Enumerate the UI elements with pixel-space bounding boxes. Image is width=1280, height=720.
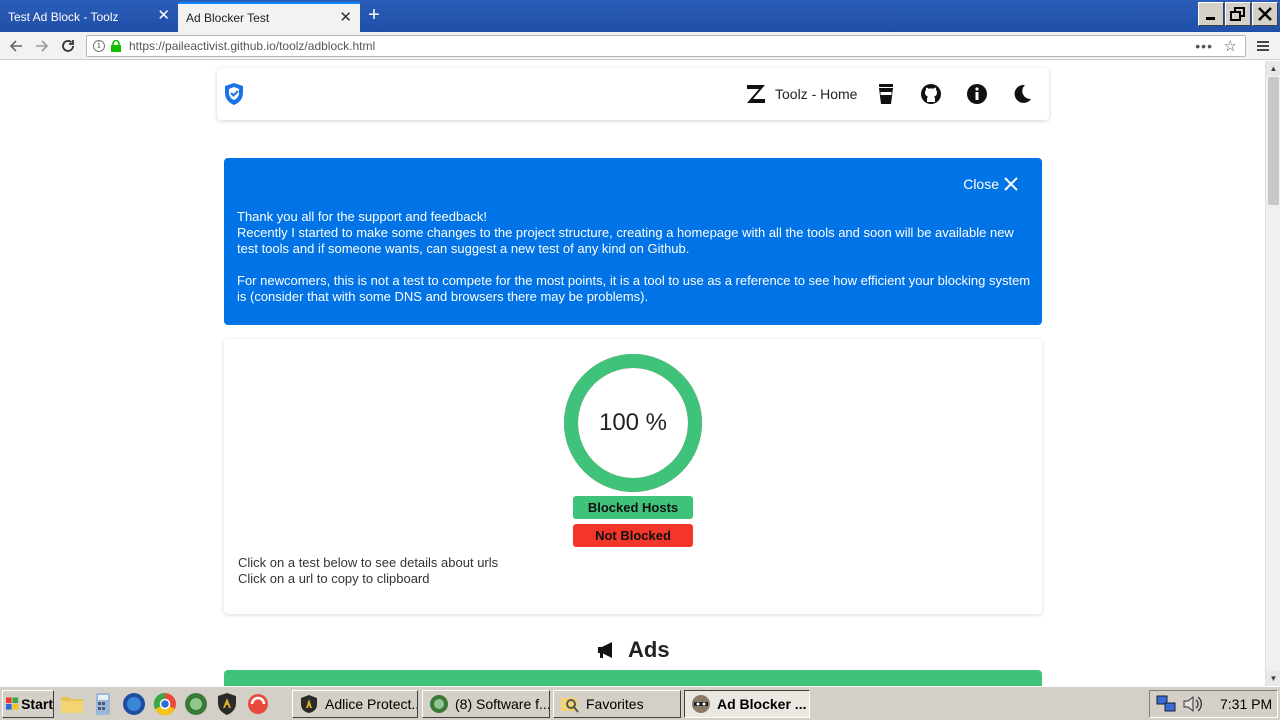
reload-button[interactable] — [58, 36, 78, 56]
scroll-down-arrow-icon[interactable]: ▼ — [1266, 671, 1280, 686]
lock-icon — [111, 40, 121, 52]
restore-icon — [1230, 7, 1245, 21]
close-icon — [1004, 177, 1018, 191]
minimize-icon — [1206, 17, 1215, 20]
clock[interactable]: 7:31 PM — [1220, 696, 1272, 712]
section-title-ads[interactable]: Ads — [596, 636, 670, 664]
minimize-button[interactable] — [1198, 2, 1224, 26]
announcement-alert: Close Thank you all for the support and … — [224, 158, 1042, 325]
tab-test-ad-block[interactable]: Test Ad Block - Toolz ✕ — [0, 2, 178, 32]
close-icon — [1258, 7, 1272, 21]
system-tray: 7:31 PM — [1149, 690, 1278, 718]
new-tab-button[interactable]: + — [364, 4, 384, 26]
page-actions-icon[interactable]: ••• — [1195, 38, 1213, 54]
windows-taskbar: Start Adlice Protect... (8) Software f.. — [0, 686, 1280, 720]
taskbar-item-software[interactable]: (8) Software f... — [422, 690, 550, 718]
arrow-right-icon — [36, 40, 49, 52]
info-icon[interactable]: i — [93, 40, 105, 52]
hint-text: Click on a test below to see details abo… — [238, 555, 499, 570]
blocked-hosts-badge: Blocked Hosts — [573, 496, 693, 519]
megaphone-icon — [598, 642, 612, 658]
page-viewport: Toolz - Home Close Thank you all for the… — [0, 61, 1265, 686]
alert-message: Thank you all for the support and feedba… — [237, 209, 1037, 305]
task-label: (8) Software f... — [455, 696, 550, 712]
globe-network-icon[interactable] — [184, 692, 208, 716]
close-window-button[interactable] — [1252, 2, 1278, 26]
home-link-label: Toolz - Home — [775, 86, 858, 102]
tab-ad-blocker-test[interactable]: Ad Blocker Test ✕ — [178, 2, 360, 32]
navigation-bar: i https://paileactivist.github.io/toolz/… — [0, 32, 1280, 60]
ads-test-result-bar[interactable] — [224, 670, 1042, 686]
close-tab-icon[interactable]: ✕ — [157, 8, 170, 23]
task-label: Ad Blocker ... — [717, 696, 807, 712]
toolz-home-link[interactable]: Toolz - Home — [745, 82, 857, 106]
url-text: https://paileactivist.github.io/toolz/ad… — [129, 39, 376, 53]
adlice-shield-icon — [301, 695, 317, 713]
close-label: Close — [963, 176, 999, 192]
scrollbar-thumb[interactable] — [1268, 77, 1279, 205]
reload-icon — [62, 40, 74, 52]
page-scrollbar[interactable]: ▲ ▼ — [1265, 61, 1280, 686]
shield-logo-icon[interactable] — [223, 82, 245, 106]
start-label: Start — [21, 696, 53, 712]
not-blocked-badge: Not Blocked — [573, 524, 693, 547]
info-circle-icon[interactable] — [966, 83, 988, 105]
adlice-shield-icon[interactable] — [215, 692, 239, 716]
globe-network-icon — [430, 695, 448, 713]
task-label: Adlice Protect... — [325, 696, 418, 712]
forward-button[interactable] — [32, 36, 52, 56]
start-button[interactable]: Start — [2, 690, 54, 718]
coffee-cup-icon[interactable] — [875, 83, 897, 105]
score-card: 100 % Blocked Hosts Not Blocked Click on… — [224, 339, 1042, 614]
tab-label: Ad Blocker Test — [186, 11, 270, 25]
globe-browser-icon[interactable] — [122, 692, 146, 716]
taskbar-item-adlice[interactable]: Adlice Protect... — [292, 690, 418, 718]
windows-flag-icon — [6, 697, 19, 710]
tab-label: Test Ad Block - Toolz — [8, 10, 119, 24]
taskbar-item-ad-blocker[interactable]: Ad Blocker ... — [684, 690, 810, 718]
score-percent: 100 % — [598, 409, 668, 436]
back-button[interactable] — [6, 36, 26, 56]
alert-line: For newcomers, this is not a test to com… — [237, 273, 1031, 304]
taskbar-item-favorites[interactable]: Favorites — [553, 690, 681, 718]
address-bar[interactable]: i https://paileactivist.github.io/toolz/… — [86, 35, 1246, 57]
bookmark-star-icon[interactable]: ☆ — [1224, 37, 1237, 55]
alert-line: Thank you all for the support and feedba… — [237, 209, 488, 224]
github-icon[interactable] — [920, 83, 942, 105]
task-label: Favorites — [586, 696, 644, 712]
chrome-icon[interactable] — [153, 692, 177, 716]
close-tab-icon[interactable]: ✕ — [339, 10, 352, 25]
browser-title-bar: Test Ad Block - Toolz ✕ Ad Blocker Test … — [0, 0, 1280, 32]
hint-text: Click on a url to copy to clipboard — [238, 571, 430, 586]
scroll-up-arrow-icon[interactable]: ▲ — [1266, 61, 1280, 76]
site-header: Toolz - Home — [217, 68, 1049, 120]
toolz-logo-icon — [747, 85, 765, 103]
alert-line: Recently I started to make some changes … — [237, 225, 1014, 256]
hamburger-menu-icon[interactable] — [1255, 38, 1271, 54]
arrow-left-icon — [9, 40, 22, 52]
speaker-volume-icon[interactable] — [1182, 694, 1204, 714]
magnifier-folder-icon — [561, 698, 579, 713]
folder-icon[interactable] — [60, 692, 84, 716]
raccoon-app-icon — [692, 695, 710, 713]
restore-button[interactable] — [1225, 2, 1251, 26]
alert-close-button[interactable]: Close — [963, 176, 1018, 192]
network-icon[interactable] — [1156, 694, 1178, 714]
calculator-icon[interactable] — [91, 692, 115, 716]
section-title-label: Ads — [628, 637, 670, 662]
moon-dark-mode-icon[interactable] — [1011, 83, 1033, 105]
ccleaner-icon[interactable] — [246, 692, 270, 716]
